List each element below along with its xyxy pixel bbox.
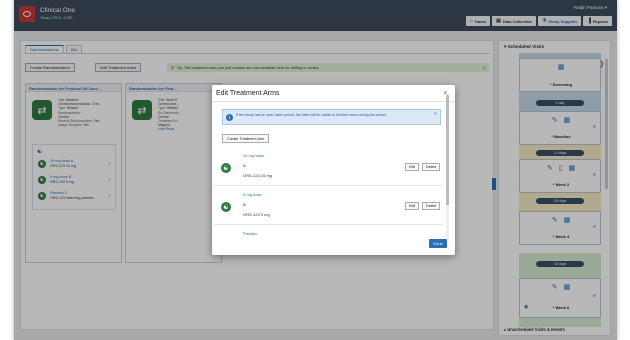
edit-button[interactable]: Edit [405, 202, 420, 210]
dialog-divider [212, 101, 455, 102]
arm-name: Placebo [243, 231, 258, 236]
arm-icon: ☯ [221, 163, 231, 173]
edit-treatment-arms-dialog: Edit Treatment Arms ✕ i If the study has… [212, 85, 455, 255]
info-text: If the study has an open label period, t… [236, 113, 387, 117]
arm-desc: ORS-123 5 mg [243, 212, 270, 217]
dialog-title: Edit Treatment Arms [216, 90, 280, 97]
arm-desc: ORS-123 10 mg [243, 173, 272, 178]
dialog-scrollbar[interactable] [446, 93, 449, 241]
app-window: Clinical One Study ORCL 4785 Ralph Parso… [14, 0, 617, 340]
scrollbar-thumb[interactable] [446, 95, 449, 205]
arm-name: 5 mg dose [243, 192, 262, 197]
arm-icon: ☯ [221, 202, 231, 212]
info-banner: i If the study has an open label period,… [222, 109, 441, 125]
edit-button[interactable]: Edit [405, 163, 420, 171]
arm-name: 10 mg dose [243, 153, 264, 158]
arm-code: B [243, 202, 246, 207]
create-treatment-arm-button[interactable]: Create Treatment Arm [222, 134, 270, 143]
treatment-arm-row: ☯ 10 mg dose A ORS-123 10 mg Edit Delete [214, 150, 443, 186]
treatment-arm-row: ☯ 5 mg dose B ORS-123 5 mg Edit Delete [214, 189, 443, 225]
done-button[interactable]: Done [429, 239, 447, 248]
info-icon: i [226, 114, 233, 121]
delete-button[interactable]: Delete [422, 163, 441, 171]
delete-button[interactable]: Delete [422, 202, 441, 210]
close-icon[interactable]: ✕ [434, 111, 437, 116]
arm-code: A [243, 163, 246, 168]
treatment-arm-row: Placebo [214, 228, 443, 238]
